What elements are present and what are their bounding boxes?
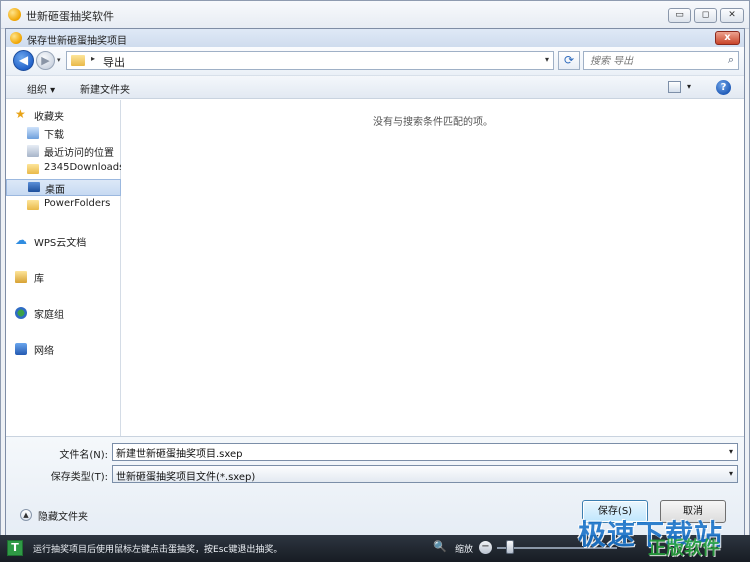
watermark-logo: 极速下载站 正版软件 xyxy=(578,513,746,561)
address-bar[interactable]: ▸ 导出 ▾ xyxy=(66,51,554,70)
search-input[interactable] xyxy=(590,54,718,68)
nav-wps-label: WPS云文档 xyxy=(34,238,87,249)
filename-field[interactable]: ▾ xyxy=(112,443,738,461)
status-message: 运行抽奖项目后使用鼠标左键点击蛋抽奖，按Esc键退出抽奖。 xyxy=(33,545,283,555)
filetype-value: 世新砸蛋抽奖项目文件(*.sxep) xyxy=(116,472,256,483)
dialog-title: 保存世新砸蛋抽奖项目 xyxy=(27,36,127,47)
filename-dropdown-icon[interactable]: ▾ xyxy=(729,447,733,456)
filename-label: 文件名(N): xyxy=(59,450,108,461)
star-icon: ★ xyxy=(15,107,26,121)
nav-2345-label: 2345Downloads xyxy=(44,162,121,173)
nav-recent-places[interactable]: 最近访问的位置 xyxy=(6,143,121,160)
hide-folders-label: 隐藏文件夹 xyxy=(38,512,88,523)
forward-button[interactable]: ▶ xyxy=(36,51,55,70)
refresh-button[interactable]: ⟳ xyxy=(558,51,580,70)
filename-input[interactable] xyxy=(116,446,716,459)
nav-2345downloads[interactable]: 2345Downloads xyxy=(6,161,121,178)
back-button[interactable]: ◀ xyxy=(13,50,34,71)
breadcrumb-separator-icon[interactable]: ▸ xyxy=(91,54,95,63)
nav-desktop[interactable]: 桌面 xyxy=(6,179,121,196)
cloud-icon: ☁ xyxy=(15,233,27,247)
address-dropdown-icon[interactable]: ▾ xyxy=(545,55,549,64)
file-list[interactable]: 没有与搜索条件匹配的项。 xyxy=(122,100,744,436)
new-folder-button[interactable]: 新建文件夹 xyxy=(80,81,130,96)
minimize-button[interactable]: ▭ xyxy=(668,8,691,23)
address-row: ◀ ▶ ▾ ▸ 导出 ▾ ⟳ ⌕ xyxy=(6,47,744,75)
organize-menu[interactable]: 组织 ▾ xyxy=(27,81,55,96)
downloads-folder-icon xyxy=(27,127,39,139)
watermark-bottom-text: 正版软件 xyxy=(648,538,720,559)
desktop-icon xyxy=(28,182,40,192)
save-dialog: 保存世新砸蛋抽奖项目 x ◀ ▶ ▾ ▸ 导出 ▾ ⟳ ⌕ 组织 ▾ 新建文件夹… xyxy=(5,28,745,536)
app-title-bar: 世新砸蛋抽奖软件 ▭ ◻ ✕ xyxy=(1,1,749,29)
view-dropdown-icon[interactable]: ▾ xyxy=(687,82,691,91)
breadcrumb-current[interactable]: 导出 xyxy=(103,54,125,70)
nav-network-label: 网络 xyxy=(34,346,54,357)
network-icon xyxy=(15,343,27,355)
nav-desktop-label: 桌面 xyxy=(45,185,65,196)
zoom-icon: 🔍 xyxy=(433,540,447,553)
nav-recent-label: 最近访问的位置 xyxy=(44,148,114,159)
nav-downloads-label: 下载 xyxy=(44,130,64,141)
nav-favorites-label: 收藏夹 xyxy=(34,112,64,123)
search-icon[interactable]: ⌕ xyxy=(728,53,734,67)
app-close-button[interactable]: ✕ xyxy=(720,8,744,23)
nav-homegroup[interactable]: 家庭组 xyxy=(6,305,121,322)
recent-places-icon xyxy=(27,145,39,157)
folder-icon xyxy=(71,55,85,66)
recent-pages-dropdown-icon[interactable]: ▾ xyxy=(57,56,61,64)
library-icon xyxy=(15,271,27,283)
nav-network[interactable]: 网络 xyxy=(6,341,121,358)
filetype-select[interactable]: 世新砸蛋抽奖项目文件(*.sxep) ▾ xyxy=(112,465,738,483)
folder-icon xyxy=(27,164,39,174)
filetype-label: 保存类型(T): xyxy=(50,472,108,483)
nav-homegroup-label: 家庭组 xyxy=(34,310,64,321)
filetype-dropdown-icon[interactable]: ▾ xyxy=(729,469,733,478)
maximize-button[interactable]: ◻ xyxy=(694,8,717,23)
nav-library-label: 库 xyxy=(34,274,44,285)
view-options-icon[interactable] xyxy=(668,81,681,93)
app-egg-icon xyxy=(8,8,21,21)
folder-icon xyxy=(27,200,39,210)
navigation-pane: ★ 收藏夹 下载 最近访问的位置 2345Downloads 桌面 PowerF… xyxy=(6,100,121,436)
dialog-egg-icon xyxy=(10,32,22,44)
dialog-close-button[interactable]: x xyxy=(715,31,740,45)
nav-powerfolders-label: PowerFolders xyxy=(44,198,111,209)
nav-wps-cloud[interactable]: ☁ WPS云文档 xyxy=(6,233,121,250)
zoom-slider-thumb[interactable] xyxy=(506,540,514,554)
dialog-title-bar: 保存世新砸蛋抽奖项目 x xyxy=(6,29,744,47)
app-title: 世新砸蛋抽奖软件 xyxy=(26,10,114,23)
help-icon[interactable]: ? xyxy=(716,80,731,95)
homegroup-icon xyxy=(15,307,27,319)
nav-downloads[interactable]: 下载 xyxy=(6,125,121,142)
empty-message: 没有与搜索条件匹配的项。 xyxy=(373,117,493,128)
zoom-label: 缩放 xyxy=(455,545,474,555)
text-tool-icon[interactable]: T xyxy=(7,540,23,556)
nav-powerfolders[interactable]: PowerFolders xyxy=(6,197,121,214)
collapse-arrow-icon: ▲ xyxy=(20,509,32,521)
zoom-out-button[interactable]: − xyxy=(479,541,492,554)
nav-favorites[interactable]: ★ 收藏夹 xyxy=(6,107,121,124)
nav-library[interactable]: 库 xyxy=(6,269,121,286)
search-box[interactable]: ⌕ xyxy=(583,51,739,70)
toolbar: 组织 ▾ 新建文件夹 ▾ ? xyxy=(6,75,744,99)
